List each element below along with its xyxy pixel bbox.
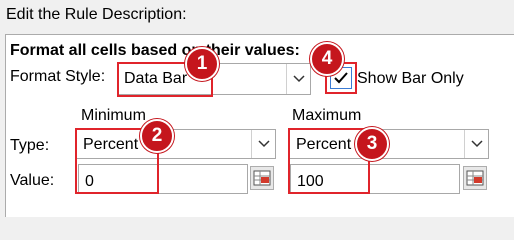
badge-2: 2 bbox=[140, 119, 174, 153]
minimum-range-picker-button[interactable] bbox=[250, 166, 274, 190]
range-picker-icon bbox=[253, 170, 271, 186]
format-heading: Format all cells based on their values: bbox=[10, 42, 300, 59]
badge-1: 1 bbox=[185, 47, 219, 81]
badge-4: 4 bbox=[310, 42, 344, 76]
maximum-range-picker-button[interactable] bbox=[463, 166, 487, 190]
value-label: Value: bbox=[10, 172, 55, 189]
maximum-header: Maximum bbox=[292, 107, 362, 124]
minimum-header: Minimum bbox=[81, 107, 146, 124]
show-bar-only-label[interactable]: Show Bar Only bbox=[357, 70, 464, 88]
type-label: Type: bbox=[10, 137, 50, 154]
format-style-label: Format Style: bbox=[10, 68, 106, 85]
range-picker-icon bbox=[466, 170, 484, 186]
chevron-down-icon[interactable] bbox=[286, 64, 310, 94]
chevron-down-icon[interactable] bbox=[251, 130, 275, 158]
chevron-down-icon[interactable] bbox=[464, 130, 488, 158]
section-title: Edit the Rule Description: bbox=[6, 6, 187, 23]
badge-3: 3 bbox=[355, 127, 389, 161]
